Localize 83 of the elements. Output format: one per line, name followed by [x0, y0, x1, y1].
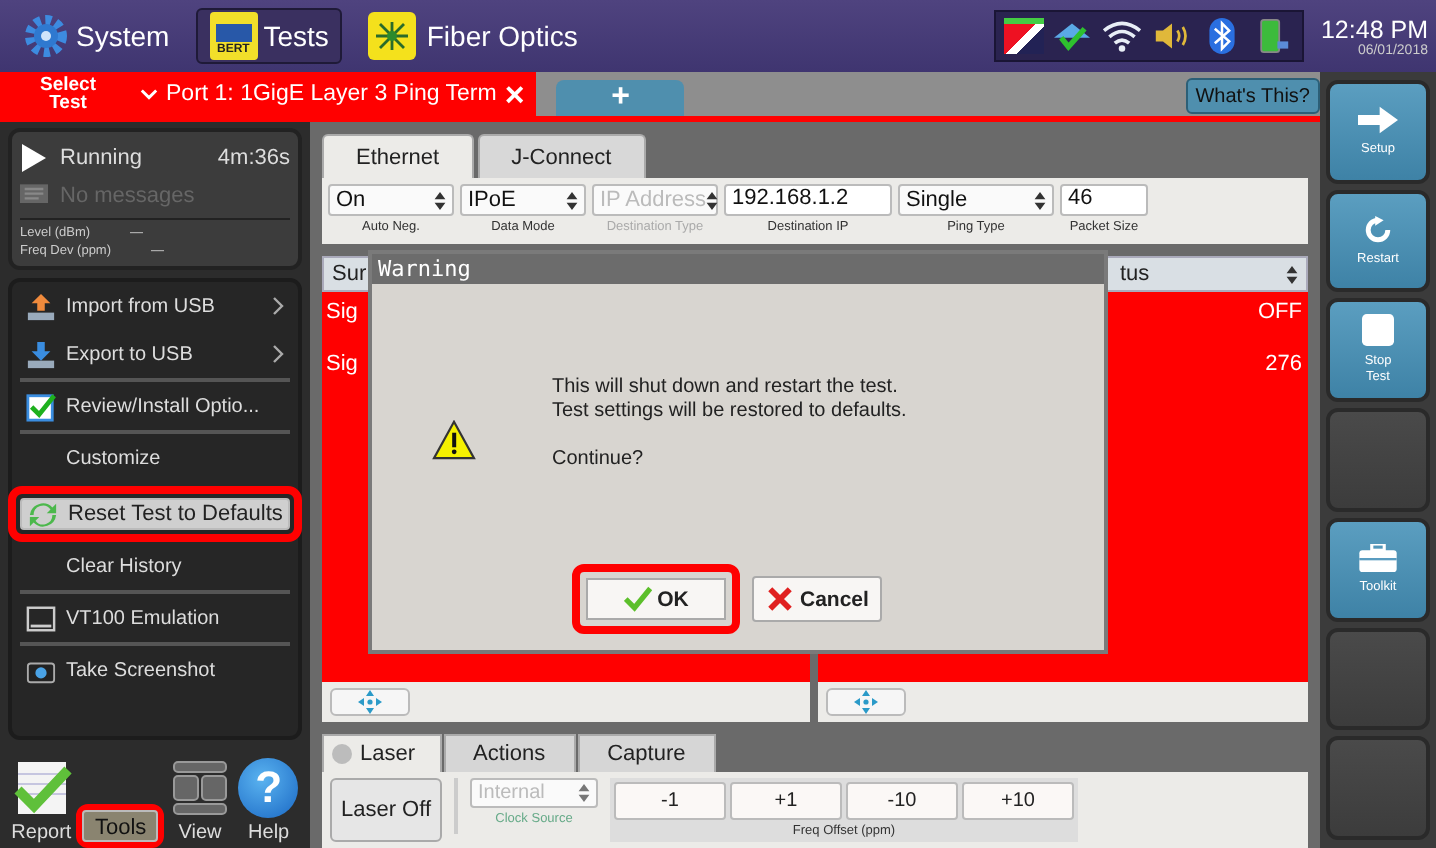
up-down-icon [1034, 191, 1046, 209]
gear-icon [22, 12, 70, 60]
offset-button[interactable]: +10 [962, 782, 1074, 820]
move-arrows-icon [358, 690, 382, 714]
stop-icon [1362, 314, 1394, 347]
laser-indicator [332, 744, 352, 764]
nav-button[interactable]: Tools [82, 810, 159, 842]
offset-button[interactable]: +1 [730, 782, 842, 820]
menu-item[interactable]: Import from USB [20, 286, 290, 330]
config-tab[interactable]: J-Connect [477, 134, 646, 178]
checkmark-icon [623, 586, 652, 612]
laser-button[interactable]: Laser Off [330, 778, 442, 842]
caret-icon [140, 88, 158, 100]
move-button[interactable] [826, 688, 906, 716]
dialog-message: This will shut down and restart the test. [552, 376, 900, 400]
help-icon: ? [238, 758, 299, 818]
up-down-icon [434, 191, 446, 209]
offset-button[interactable]: -1 [614, 782, 726, 820]
result-text: OFF [1258, 300, 1302, 324]
warning-icon [432, 420, 476, 460]
nav-button[interactable]: View [166, 752, 234, 848]
input-field[interactable]: 192.168.1.2 [724, 184, 892, 216]
layout-icon [169, 758, 230, 818]
menu-item[interactable]: Clear History [20, 546, 290, 594]
up-down-icon [706, 191, 718, 209]
close-icon[interactable]: × [504, 77, 525, 111]
dialog-title: Warning [372, 254, 1104, 284]
upload-icon [26, 291, 56, 321]
dialog-question: Continue? [552, 448, 646, 470]
dialog-message: Test settings will be restored to defaults. [552, 400, 907, 424]
input-field[interactable]: 46 [1060, 184, 1148, 216]
menu-item[interactable]: VT100 Emulation [20, 598, 290, 646]
header-label: tus [1120, 262, 1150, 286]
new-tab-button[interactable]: + [556, 80, 685, 116]
move-arrows-icon [854, 690, 878, 714]
dropdown[interactable]: IPoE [460, 184, 586, 216]
offset-button[interactable]: -10 [846, 782, 958, 820]
header-label: Sur [332, 262, 367, 286]
terminal-icon [26, 603, 56, 633]
refresh-icon [28, 499, 58, 529]
result-text: Sig [326, 300, 360, 324]
download-icon [26, 339, 56, 369]
chevron-right-icon [272, 296, 284, 316]
menu-item[interactable]: Export to USB [20, 334, 290, 382]
menu-item[interactable]: Customize [20, 438, 290, 482]
laser-tab[interactable]: Capture [577, 734, 716, 772]
clock-time: 12:48 PM [1320, 15, 1428, 43]
up-down-icon [566, 191, 578, 209]
up-down-icon [578, 784, 590, 802]
dialog-button[interactable]: Cancel [752, 576, 883, 622]
dialog-button[interactable]: OK [572, 564, 740, 634]
select-test-button[interactable]: Select Test [0, 72, 136, 116]
laser-tab[interactable]: Actions [443, 734, 576, 772]
nav-button[interactable]: ? Help [235, 752, 302, 848]
cloud-check-icon[interactable] [1050, 18, 1094, 54]
run-state: Running [60, 145, 142, 169]
nav-button[interactable]: Report [8, 752, 75, 848]
elapsed-time: 4m:36s [217, 145, 290, 169]
app-tab[interactable]: System [8, 8, 184, 64]
result-text: 276 [1265, 352, 1302, 376]
toolbox-icon [1358, 543, 1398, 572]
up-down-icon [1286, 265, 1298, 283]
test-tab[interactable]: Port 1: 1GigE Layer 3 Ping Term × [136, 72, 537, 116]
laser-tab[interactable]: Laser [322, 734, 442, 772]
checkbox-icon [26, 391, 56, 421]
arrow-right-icon [1358, 105, 1398, 134]
message-icon [20, 181, 48, 209]
move-button[interactable] [330, 688, 410, 716]
chevron-right-icon [272, 344, 284, 364]
config-tab[interactable]: Ethernet [322, 134, 474, 178]
app-tab[interactable]: Fiber Optics [354, 8, 592, 64]
result-text: Sig [326, 352, 360, 376]
report-icon [11, 758, 72, 818]
starburst-icon [368, 12, 417, 60]
dropdown[interactable]: Single [898, 184, 1054, 216]
menu-item[interactable]: Take Screenshot [20, 650, 290, 694]
cross-icon [766, 586, 794, 612]
test-tab-label: Port 1: 1GigE Layer 3 Ping Term [166, 82, 497, 106]
wifi-icon[interactable] [1100, 18, 1144, 54]
menu-item[interactable]: Review/Install Optio... [20, 386, 290, 434]
menu-item[interactable]: Reset Test to Defaults [8, 486, 302, 542]
dropdown[interactable]: On [328, 184, 454, 216]
whats-this-button[interactable]: What's This? [1185, 78, 1320, 114]
